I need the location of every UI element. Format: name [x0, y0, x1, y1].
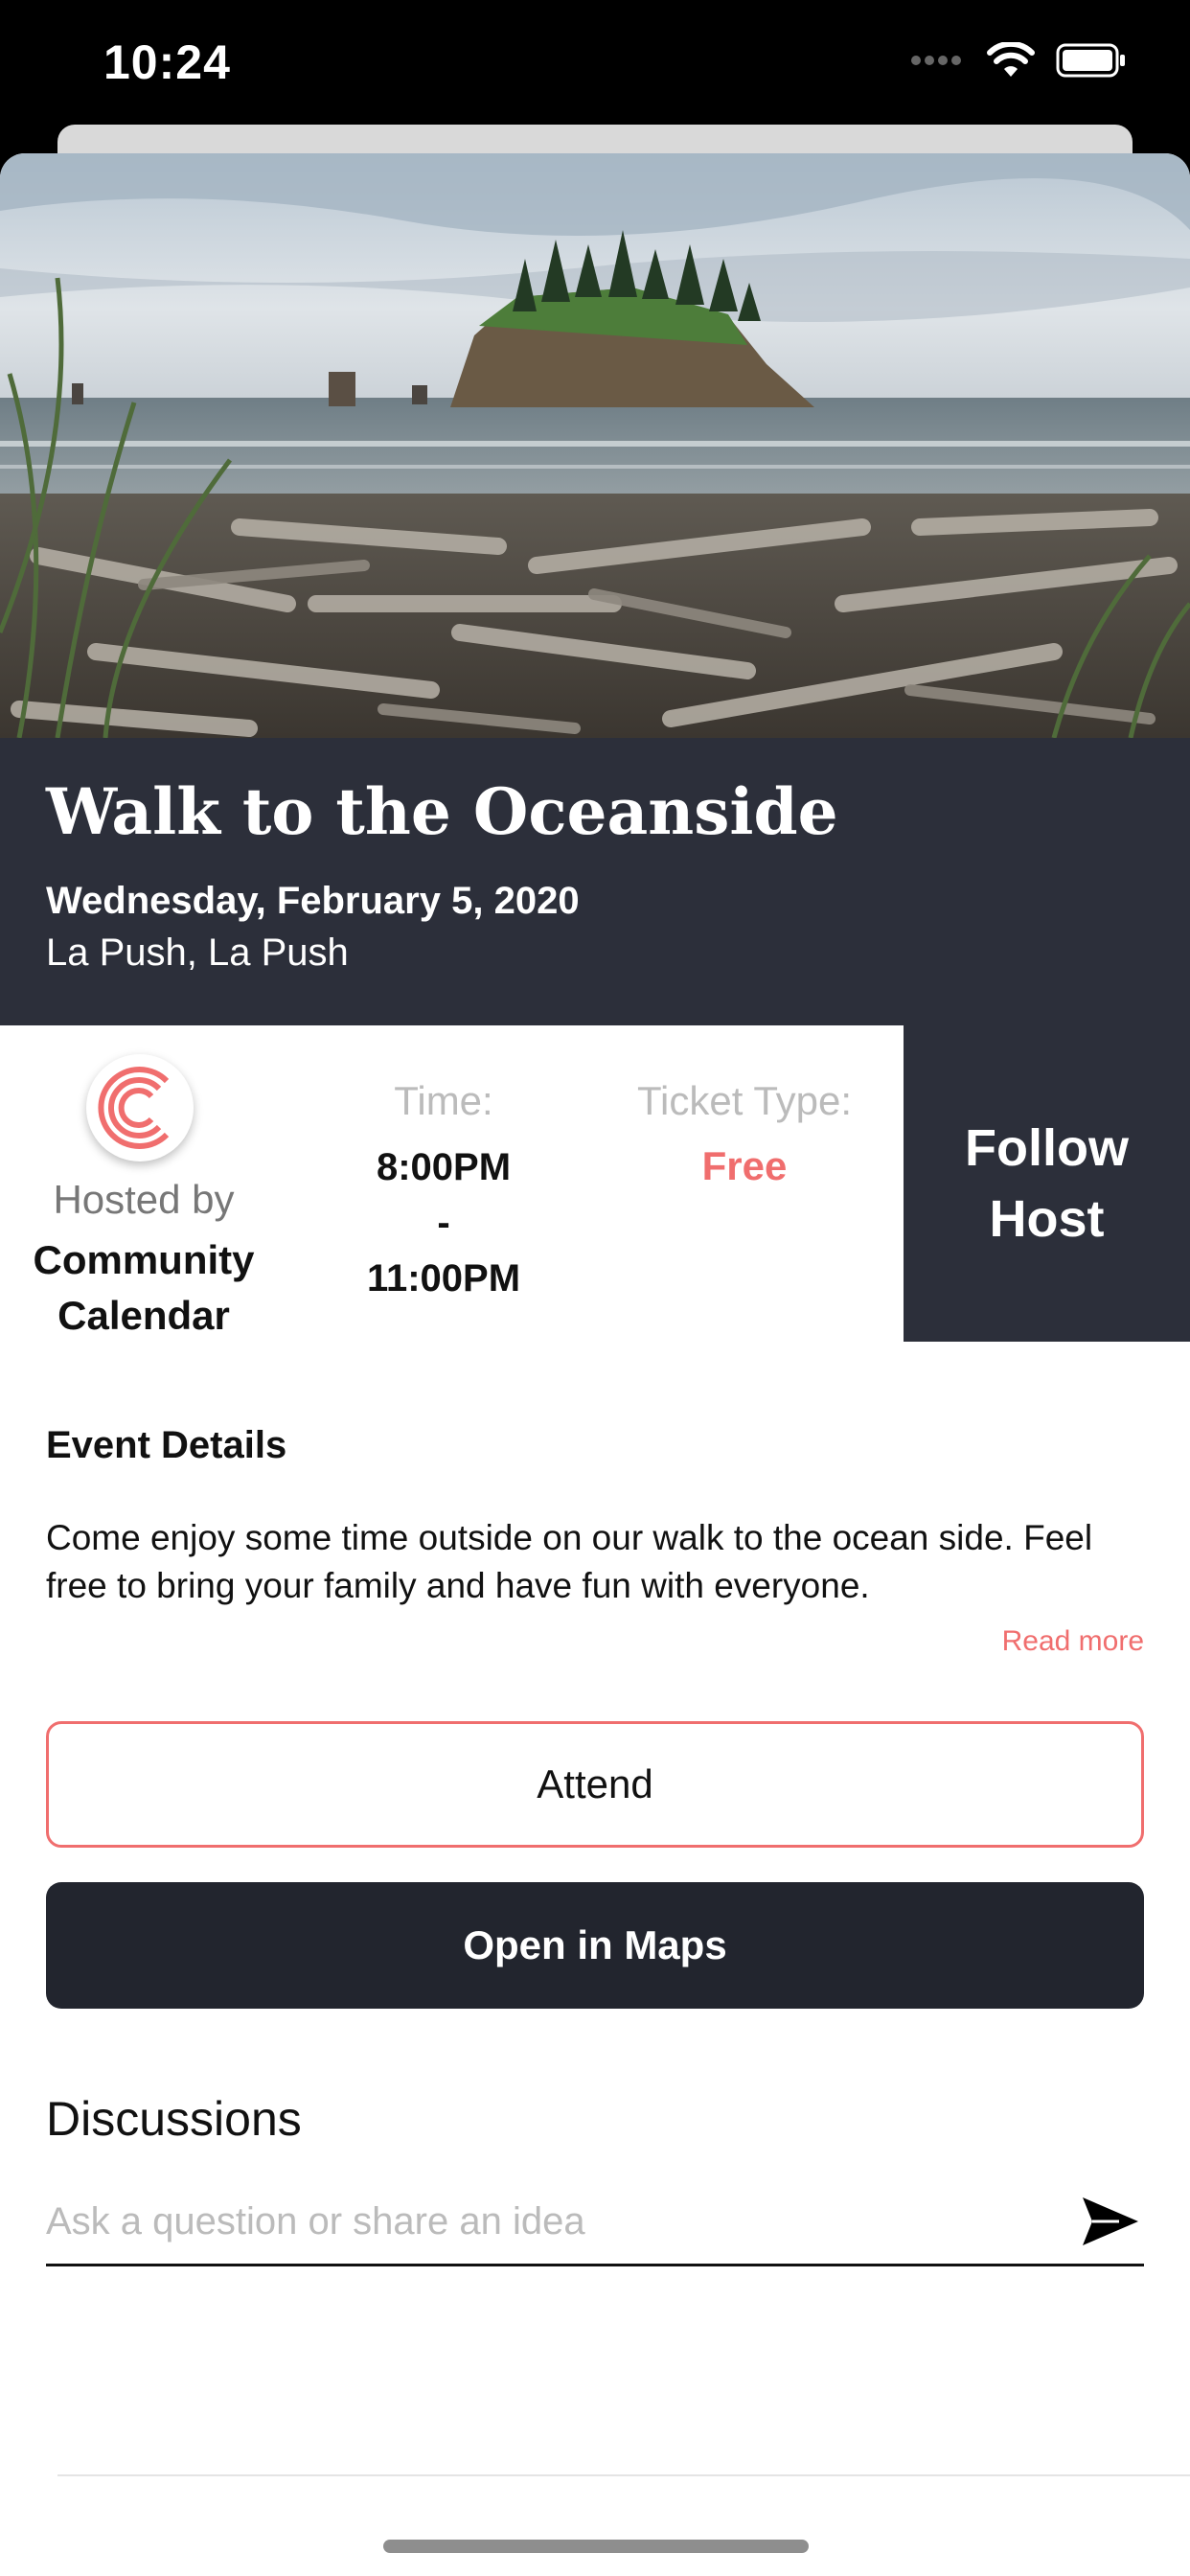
event-title-band: Walk to the Oceanside Wednesday, Februar… [0, 738, 1190, 1025]
discussion-input[interactable] [46, 2183, 1042, 2260]
status-icons [910, 40, 1127, 83]
attend-button[interactable]: Attend [46, 1721, 1144, 1848]
ticket-type-label: Ticket Type: [636, 1078, 853, 1123]
discussions-heading: Discussions [46, 2092, 302, 2146]
home-indicator[interactable] [383, 2540, 809, 2553]
event-time: Time: 8:00PM - 11:00PM [337, 1078, 550, 1306]
event-details-body: Come enjoy some time outside on our walk… [46, 1518, 1093, 1605]
battery-icon [1056, 43, 1127, 82]
event-date: Wednesday, February 5, 2020 [46, 880, 580, 922]
read-more-link[interactable]: Read more [1002, 1625, 1144, 1658]
time-value: 8:00PM - 11:00PM [337, 1139, 550, 1306]
host-name[interactable]: Community Calendar [0, 1232, 287, 1344]
event-location: La Push, La Push [46, 932, 349, 974]
event-detail-sheet: Walk to the Oceanside Wednesday, Februar… [0, 153, 1190, 2576]
open-in-maps-button[interactable]: Open in Maps [46, 1882, 1144, 2009]
time-separator: - [437, 1202, 450, 1244]
status-time: 10:24 [103, 35, 231, 89]
start-time: 8:00PM [376, 1146, 512, 1188]
event-info-row: Hosted by Community Calendar Time: 8:00P… [0, 1025, 1190, 1342]
wifi-icon [987, 40, 1035, 83]
time-label: Time: [394, 1078, 493, 1123]
status-bar: 10:24 [0, 0, 1190, 144]
hosted-by-label: Hosted by [53, 1177, 235, 1222]
send-icon[interactable] [1077, 2191, 1144, 2252]
cellular-signal-icon [910, 54, 966, 72]
event-details-heading: Event Details [46, 1424, 287, 1466]
community-calendar-logo[interactable] [86, 1054, 194, 1162]
discussion-input-row [46, 2183, 1144, 2266]
ticket-type: Ticket Type: Free [613, 1078, 876, 1189]
event-title: Walk to the Oceanside [46, 774, 838, 849]
ticket-type-value: Free [701, 1143, 788, 1188]
end-time: 11:00PM [366, 1257, 521, 1300]
follow-host-button[interactable]: Follow Host [904, 1025, 1190, 1342]
bottom-divider [57, 2474, 1190, 2476]
event-hero-image [0, 153, 1190, 738]
